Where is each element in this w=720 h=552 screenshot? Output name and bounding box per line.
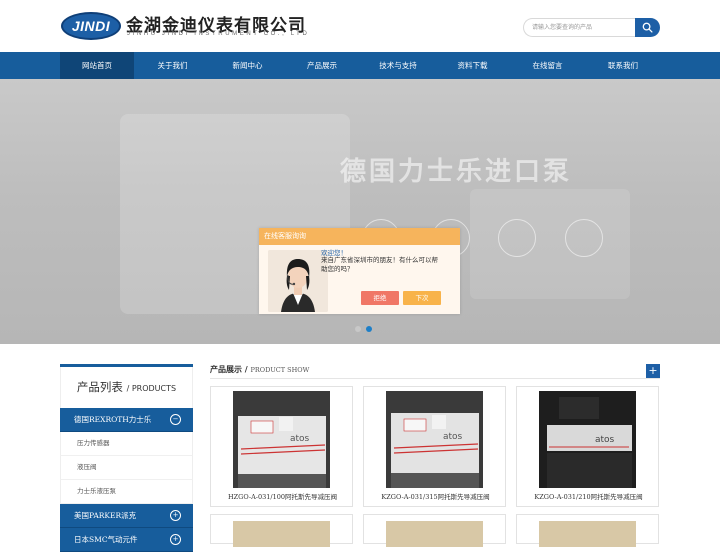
site-header: JINDI 金湖金迪仪表有限公司 JINHU JINDI INSTRUMENT … [0,0,720,52]
chat-message: 来自广东省深圳市的朋友！有什么可以帮助您的吗？ [321,256,438,273]
search-icon [642,22,653,33]
sidebar-subitem[interactable]: 压力传感器 [60,432,193,456]
sidebar-category-label: 美国PARKER派克 [74,511,137,520]
sidebar-category-parker[interactable]: 美国PARKER派克 + [60,504,193,528]
product-sidebar: 产品列表 / PRODUCTS 德国REXROTH力士乐 − 压力传感器 液压阀 … [60,364,193,552]
section-divider [210,378,660,379]
more-products-button[interactable]: + [646,364,660,378]
banner-headline: 德国力士乐进口泵 [340,157,573,187]
product-image[interactable]: atos [539,391,636,488]
product-image[interactable]: atos [233,391,330,488]
svg-text:atos: atos [595,435,615,445]
chat-accept-button[interactable]: 下次 [403,291,441,305]
company-logo[interactable]: JINDI [61,12,121,40]
product-name[interactable]: HZGO-A-031/100阿托斯先导减压阀 [211,491,354,501]
nav-item-message[interactable]: 在线留言 [509,52,586,79]
sidebar-title: 产品列表 / PRODUCTS [60,367,193,408]
product-image[interactable] [539,521,636,547]
banner-decor-circle [498,219,536,257]
sidebar-category-label: 德国REXROTH力士乐 [74,415,152,424]
product-image[interactable] [386,521,483,547]
slider-dot-2[interactable] [366,326,372,332]
product-card[interactable]: atos HZGO-A-031/100阿托斯先导减压阀 [210,386,353,507]
search-input[interactable]: 请输入您要查询的产品 [523,18,635,37]
search-button[interactable] [635,18,660,37]
nav-item-news[interactable]: 新闻中心 [211,52,284,79]
collapse-icon[interactable]: − [170,414,181,425]
products-section-title: 产品展示 / PRODUCT SHOW [210,364,309,375]
chat-decline-button[interactable]: 拒绝 [361,291,399,305]
product-card[interactable]: atos KZGO-A-031/315阿托斯先导减压阀 [363,386,506,507]
product-name[interactable]: KZGO-A-031/210阿托斯先导减压阀 [517,491,660,501]
product-card[interactable]: atos KZGO-A-031/210阿托斯先导减压阀 [516,386,659,507]
banner-graphic [470,189,630,299]
nav-item-downloads[interactable]: 资料下载 [436,52,509,79]
sidebar-category-smc[interactable]: 日本SMC气动元件 + [60,528,193,552]
nav-item-tech-support[interactable]: 技术与支持 [360,52,436,79]
nav-item-about[interactable]: 关于我们 [134,52,211,79]
sidebar-title-cn: 产品列表 [76,380,123,394]
sidebar-subitem[interactable]: 力士乐液压泵 [60,480,193,504]
svg-text:atos: atos [290,434,310,444]
sidebar-subitem[interactable]: 液压阀 [60,456,193,480]
svg-text:atos: atos [443,432,463,442]
sidebar-title-en: / PRODUCTS [126,384,177,393]
chat-popup: 在线客服询询 欢迎您！ 来自广东省深圳市的朋友！有什么可以帮助您的吗？ 拒绝 下… [259,228,460,314]
main-nav: 网站首页 关于我们 新闻中心 产品展示 技术与支持 资料下载 在线留言 联系我们 [0,52,720,80]
expand-icon[interactable]: + [170,510,181,521]
nav-item-contact[interactable]: 联系我们 [586,52,660,79]
section-title-cn: 产品展示 / [210,365,248,374]
product-image[interactable] [233,521,330,547]
product-image[interactable]: atos [386,391,483,488]
company-name-en: JINHU JINDI INSTRUMENT CO., LTD [127,31,310,37]
section-title-en: PRODUCT SHOW [250,366,310,374]
chat-title: 在线客服询询 [259,228,460,245]
product-name[interactable]: KZGO-A-031/315阿托斯先导减压阀 [364,491,507,501]
sidebar-category-rexroth[interactable]: 德国REXROTH力士乐 − [60,408,193,432]
agent-avatar [268,250,328,312]
banner-decor-circle [565,219,603,257]
nav-item-products[interactable]: 产品展示 [284,52,360,79]
slider-dot-1[interactable] [355,326,361,332]
nav-item-home[interactable]: 网站首页 [60,52,134,79]
